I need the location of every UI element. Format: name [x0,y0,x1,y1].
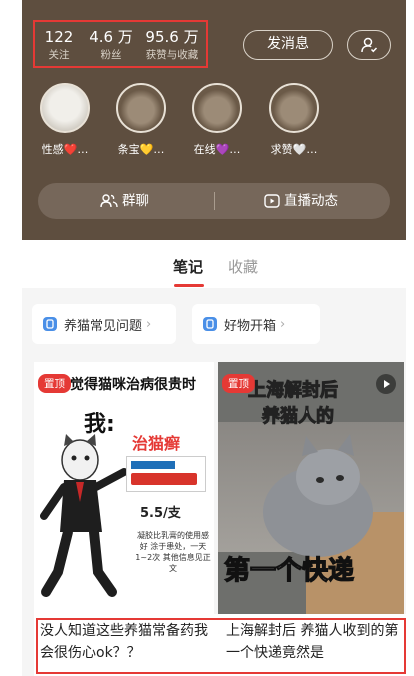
action-bar: 群聊 直播动态 [38,183,390,219]
collection-cat-faq[interactable]: 养猫常见问题 › [32,304,176,344]
active-tab-indicator [174,284,204,287]
note-title[interactable]: 没人知道这些养猫常备药我会很伤心ok？？ [40,620,210,664]
chevron-right-icon: › [146,316,152,332]
collection-label: 养猫常见问题 [64,318,143,334]
play-icon [264,194,280,208]
stat-value: 4.6 万 [89,28,133,46]
cover-caption: 上海解封后 [248,380,339,402]
cover-headline: 觉得猫咪治病很贵时 [70,377,196,393]
cat-meme-figure [40,434,128,597]
group-label: 性感❤️… [41,143,89,156]
chevron-right-icon: › [280,316,286,332]
send-message-button[interactable]: 发消息 [243,30,333,60]
content-card: 笔记 收藏 养猫常见问题 › 好物开箱 › 觉得猫咪治病很贵时 我: 治猫癣 5… [22,242,406,676]
group-item[interactable]: 在线💜… [187,83,247,157]
stat-value: 122 [44,28,74,46]
cover-caption-large: 第一个快递 [223,555,355,586]
group-item[interactable]: 性感❤️… [35,83,95,157]
note-cover[interactable]: 置顶 上海解封后 养猫人的 第一个快递 [218,362,404,614]
users-icon [100,194,118,208]
avatar [116,83,166,133]
group-label: 条宝💛… [117,143,165,156]
note-cover[interactable]: 觉得猫咪治病很贵时 我: 治猫癣 5.5/支 凝胶比乳膏的使用感好 涂于患处，一… [34,362,214,614]
group-label: 在线💜… [193,143,241,156]
product-box-image [126,456,206,492]
avatar [40,83,90,133]
stat-value: 95.6 万 [145,28,199,46]
stat-following[interactable]: 122 关注 [41,28,77,62]
group-chat-button[interactable]: 群聊 [100,183,149,219]
collection-icon [203,317,217,331]
group-label: 求赞🤍… [270,143,318,156]
user-check-icon [361,37,378,53]
group-chat-label: 群聊 [122,193,149,209]
collection-shortcuts: 养猫常见问题 › 好物开箱 › [22,288,406,362]
avatar [269,83,319,133]
cover-product-name: 治猫癣 [132,434,181,453]
notes-grid: 觉得猫咪治病很贵时 我: 治猫癣 5.5/支 凝胶比乳膏的使用感好 涂于患处，一… [22,362,406,676]
live-activity-label: 直播动态 [284,193,338,209]
stat-label: 关注 [48,49,70,61]
stat-followers[interactable]: 4.6 万 粉丝 [89,28,133,62]
group-avatars: 性感❤️… 条宝💛… 在线💜… 求赞🤍… [22,83,406,163]
cover-price: 5.5/支 [140,506,181,521]
tab-collections[interactable]: 收藏 [228,256,258,278]
cover-description: 凝胶比乳膏的使用感好 涂于患处，一天1~2次 其他信息见正文 [135,531,211,573]
group-item[interactable]: 求赞🤍… [264,83,324,157]
group-item[interactable]: 条宝💛… [111,83,171,157]
divider [214,192,215,210]
pinned-badge: 置顶 [38,374,71,393]
stats-highlight-box: 122 关注 4.6 万 粉丝 95.6 万 获赞与收藏 [33,20,208,68]
note-title[interactable]: 上海解封后 养猫人收到的第一个快递竟然是 [226,620,400,664]
profile-header: 122 关注 4.6 万 粉丝 95.6 万 获赞与收藏 发消息 性感❤️… 条… [22,0,406,240]
stat-label: 获赞与收藏 [145,49,199,61]
collection-icon [43,317,57,331]
collection-unboxing[interactable]: 好物开箱 › [192,304,320,344]
cover-caption: 养猫人的 [262,406,335,428]
gray-cat-photo [263,434,373,557]
stat-label: 粉丝 [100,49,122,61]
avatar [192,83,242,133]
profile-tabs: 笔记 收藏 [22,256,406,290]
collection-label: 好物开箱 [224,318,277,334]
note-titles: 没人知道这些养猫常备药我会很伤心ok？？ 上海解封后 养猫人收到的第一个快递竟然… [34,614,406,676]
tab-notes[interactable]: 笔记 [173,256,203,278]
live-activity-button[interactable]: 直播动态 [264,183,338,219]
stat-likes-and-saves[interactable]: 95.6 万 获赞与收藏 [141,28,203,62]
follow-user-button[interactable] [347,30,391,60]
titles-highlight-box: 没人知道这些养猫常备药我会很伤心ok？？ 上海解封后 养猫人收到的第一个快递竟然… [36,618,406,674]
video-play-icon [376,374,396,394]
